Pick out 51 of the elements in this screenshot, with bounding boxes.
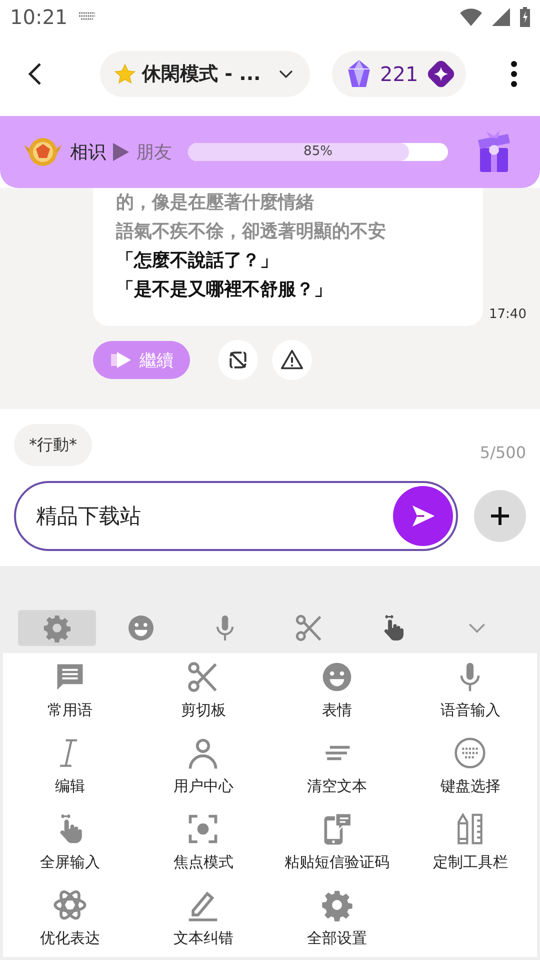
tool-item[interactable]: 清空文本 [270, 729, 404, 805]
report-button[interactable] [272, 340, 312, 380]
tool-item[interactable]: 粘贴短信验证码 [270, 805, 404, 881]
character-counter: 5/500 [480, 443, 526, 462]
tool-item[interactable]: 文本纠错 [136, 881, 270, 957]
plus-icon [490, 506, 510, 526]
atom-icon [52, 888, 87, 922]
gem-balance-button[interactable]: 221 [332, 51, 466, 97]
next-level: 朋友 [136, 141, 172, 164]
message-time: 17:40 [489, 307, 526, 322]
tool-item[interactable]: 剪切板 [136, 653, 270, 729]
narration-line: 的，像是在壓著什麼情緒 [116, 191, 315, 215]
relationship-level: 相识 [70, 141, 106, 164]
narration-line: 語氣不疾不徐，卻透著明顯的不安 [116, 220, 387, 244]
keyboard-icon [453, 736, 488, 770]
mode-dropdown[interactable]: 休閑模式 - ... [100, 51, 310, 97]
continue-icon [110, 352, 134, 368]
dialogue-line: 「是不是又哪裡不舒服？」 [116, 278, 333, 302]
warning-icon [281, 349, 303, 371]
tool-item[interactable]: 定制工具栏 [404, 805, 537, 881]
scissors-icon [294, 612, 324, 642]
dialogue-line: 「怎麼不說話了？」 [116, 249, 279, 273]
tool-item[interactable]: 键盘选择 [404, 729, 537, 805]
tool-item[interactable]: 语音输入 [404, 653, 537, 729]
edit-button[interactable] [218, 340, 258, 380]
gear-icon [320, 888, 354, 922]
signal-icon [492, 8, 510, 26]
message-input[interactable]: 精品下载站 [14, 481, 458, 551]
tool-item[interactable]: 全屏输入 [3, 805, 136, 881]
tool-item[interactable]: 用户中心 [136, 729, 270, 805]
smile-icon [126, 612, 156, 642]
clock: 10:21 [10, 5, 68, 29]
tool-item[interactable]: 焦点模式 [136, 805, 270, 881]
edit-icon [227, 349, 249, 371]
action-chip[interactable]: *行動* [14, 424, 92, 466]
tool-item[interactable]: 优化表达 [3, 881, 136, 957]
star-icon [114, 63, 136, 85]
tool-item[interactable]: 全部设置 [270, 881, 404, 957]
progress-percent: 85% [302, 144, 334, 159]
tool-item[interactable]: 编辑 [3, 729, 136, 805]
tool-item[interactable]: 表情 [270, 653, 404, 729]
gem-icon [346, 59, 372, 89]
add-button[interactable] [474, 490, 526, 542]
wifi-icon [460, 8, 482, 26]
play-icon [112, 142, 130, 162]
tool-item[interactable]: 常用语 [3, 653, 136, 729]
keyboard-icon [78, 12, 96, 22]
gear-icon [42, 612, 72, 642]
more-icon[interactable] [510, 60, 518, 88]
medal-icon [22, 135, 64, 169]
battery-icon [520, 7, 530, 27]
